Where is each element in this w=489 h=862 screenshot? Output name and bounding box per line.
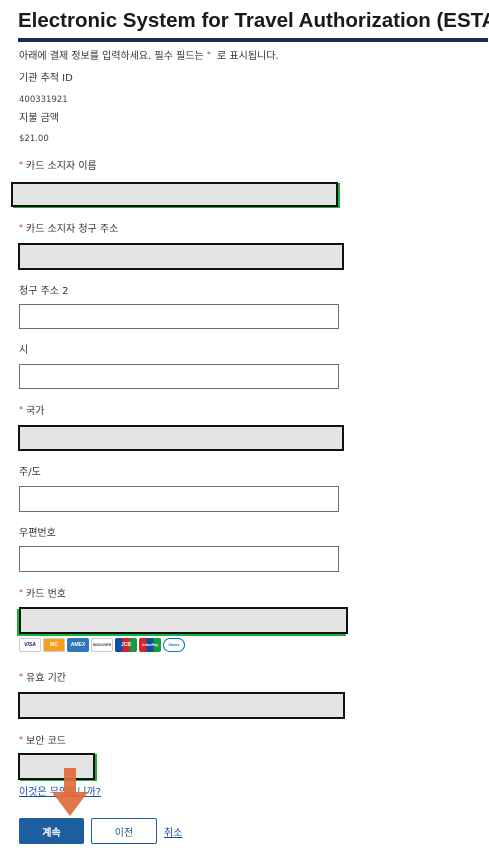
- accepted-cards: VISA MC AMEX DISCOVER JCB UnionPay Diner…: [19, 638, 185, 652]
- tracking-id-value: 400331921: [19, 95, 68, 105]
- billing-address2-input[interactable]: [19, 304, 339, 329]
- required-star: *: [19, 160, 23, 169]
- cancel-link[interactable]: 취소: [164, 824, 182, 839]
- mastercard-logo-icon: MC: [43, 638, 65, 652]
- state-input[interactable]: [19, 486, 339, 512]
- required-star: *: [19, 672, 23, 681]
- cardholder-name-label: * 카드 소지자 이름: [19, 160, 97, 173]
- expiration-label-text: 유효 기간: [26, 673, 66, 684]
- jcb-logo-icon: JCB: [115, 638, 137, 652]
- country-label: * 국가: [19, 405, 45, 418]
- arrow-down-icon: [52, 768, 88, 816]
- city-input[interactable]: [19, 364, 339, 389]
- payment-amount-label: 지불 금액: [19, 113, 59, 124]
- card-number-input[interactable]: [19, 607, 348, 634]
- amex-logo-icon: AMEX: [67, 638, 89, 652]
- previous-button[interactable]: 이전: [91, 818, 157, 844]
- security-code-label-text: 보안 코드: [26, 736, 66, 747]
- intro-text-after: 로 표시됩니다.: [213, 51, 279, 62]
- expiration-input[interactable]: [18, 692, 345, 719]
- state-label: 주/도: [19, 467, 41, 478]
- required-star: *: [19, 735, 23, 744]
- intro-text-before: 아래에 결제 정보를 입력하세요. 필수 필드는: [19, 51, 207, 62]
- tracking-id-label: 기관 추적 ID: [19, 73, 73, 84]
- billing-address-label: * 카드 소지자 청구 주소: [19, 223, 119, 236]
- required-star: *: [19, 588, 23, 597]
- discover-logo-icon: DISCOVER: [91, 638, 113, 652]
- page-header: Electronic System for Travel Authorizati…: [18, 8, 489, 42]
- card-number-label-text: 카드 번호: [26, 589, 66, 600]
- billing-address-input[interactable]: [18, 243, 344, 270]
- country-select[interactable]: [18, 425, 344, 451]
- cardholder-name-label-text: 카드 소지자 이름: [26, 161, 97, 172]
- required-star: *: [206, 50, 211, 59]
- payment-amount-value: $21.00: [19, 134, 49, 144]
- security-code-label: * 보안 코드: [19, 735, 66, 748]
- intro-text: 아래에 결제 정보를 입력하세요. 필수 필드는 * 로 표시됩니다.: [19, 50, 279, 63]
- postal-code-input[interactable]: [19, 546, 339, 572]
- country-label-text: 국가: [26, 406, 45, 417]
- city-label: 시: [19, 345, 29, 356]
- page-title: Electronic System for Travel Authorizati…: [18, 9, 489, 32]
- required-star: *: [19, 223, 23, 232]
- billing-address2-label: 청구 주소 2: [19, 286, 69, 297]
- unionpay-logo-icon: UnionPay: [139, 638, 161, 652]
- cardholder-name-input[interactable]: [11, 182, 338, 207]
- visa-logo-icon: VISA: [19, 638, 41, 652]
- card-number-label: * 카드 번호: [19, 588, 66, 601]
- postal-code-label: 우편번호: [19, 528, 56, 539]
- required-star: *: [19, 405, 23, 414]
- continue-button[interactable]: 계속: [19, 818, 84, 844]
- billing-address-label-text: 카드 소지자 청구 주소: [26, 224, 119, 235]
- expiration-label: * 유효 기간: [19, 672, 66, 685]
- diners-logo-icon: Diners: [163, 638, 185, 652]
